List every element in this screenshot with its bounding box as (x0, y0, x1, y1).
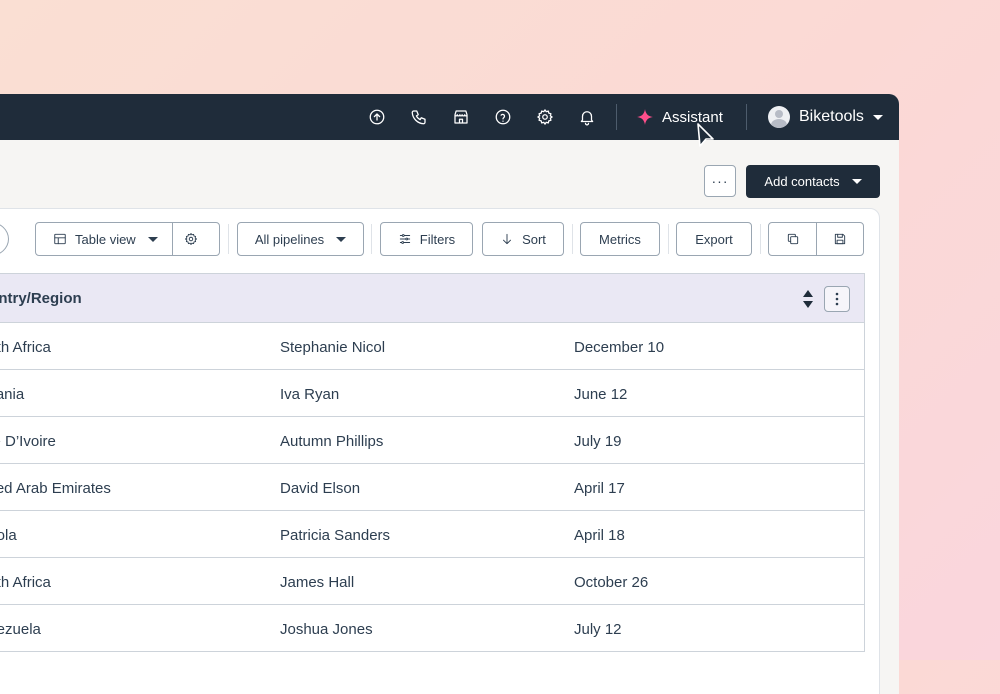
cell-contact-owner: James Hall (280, 574, 355, 591)
more-actions-button[interactable]: ··· (704, 165, 736, 197)
table-row[interactable]: outh Africa James Hall October 26 (0, 558, 865, 605)
cell-date: July 12 (574, 621, 622, 638)
column-header-country-region[interactable]: ountry/Region (0, 290, 82, 307)
table-row[interactable]: enezuela Joshua Jones July 12 (0, 605, 865, 652)
cell-country-region: nited Arab Emirates (0, 480, 111, 497)
table-row[interactable]: outh Africa Stephanie Nicol December 10 (0, 323, 865, 370)
mouse-cursor-icon (697, 123, 714, 147)
cell-contact-owner: Iva Ryan (280, 386, 340, 403)
cell-date: July 19 (574, 433, 622, 450)
cell-country-region: outh Africa (0, 574, 51, 591)
sparkle-icon (637, 109, 653, 125)
metrics-label: Metrics (599, 231, 641, 247)
split-divider (172, 223, 173, 255)
toolbar-divider (228, 224, 229, 254)
view-actions-group (768, 222, 864, 256)
table-body: outh Africa Stephanie Nicol December 10 nza… (0, 323, 865, 652)
table-view-label: Table view (75, 231, 136, 247)
table-row[interactable]: nited Arab Emirates David Elson April 17 (0, 464, 865, 511)
cell-date: April 18 (574, 527, 625, 544)
vertical-dots-icon (835, 292, 839, 306)
toolbar-divider (760, 224, 761, 254)
add-contacts-label: Add contacts (764, 174, 840, 189)
all-pipelines-label: All pipelines (254, 231, 325, 247)
top-navigation: Assistant Biketools (0, 94, 899, 147)
cell-country-region: outh Africa (0, 339, 51, 356)
add-contacts-button[interactable]: Add contacts (746, 165, 880, 198)
cell-date: June 12 (574, 386, 628, 403)
table-row[interactable]: ngola Patricia Sanders April 18 (0, 511, 865, 558)
cell-contact-owner: David Elson (280, 480, 361, 497)
save-icon (834, 233, 846, 245)
cell-contact-owner: Autumn Phillips (280, 433, 384, 450)
cell-contact-owner: Joshua Jones (280, 621, 373, 638)
cell-date: April 17 (574, 480, 625, 497)
toolbar-divider (668, 224, 669, 254)
table-settings-button[interactable] (184, 232, 198, 246)
table-header: ountry/Region (0, 273, 865, 323)
cell-country-region: ngola (0, 527, 17, 544)
cell-country-region: enezuela (0, 621, 41, 638)
chevron-down-icon (336, 236, 347, 242)
filter-sliders-icon (399, 234, 410, 244)
account-name: Biketools (799, 108, 864, 125)
table-row[interactable]: ote D’Ivoire Autumn Phillips July 19 (0, 417, 865, 464)
split-divider (816, 223, 817, 255)
column-options-button[interactable] (824, 286, 850, 312)
account-menu[interactable]: Biketools (768, 104, 883, 130)
cell-contact-owner: Patricia Sanders (280, 527, 391, 544)
avatar (768, 106, 790, 128)
save-view-button[interactable] (833, 232, 847, 246)
table-row[interactable]: nzania Iva Ryan June 12 (0, 370, 865, 417)
chevron-down-icon (851, 179, 862, 184)
app-window: Assistant Biketools ··· Add contacts Tab… (0, 94, 899, 694)
marketplace-icon[interactable] (450, 106, 472, 128)
help-icon[interactable] (492, 106, 514, 128)
chevron-down-icon (872, 114, 883, 120)
cell-contact-owner: Stephanie Nicol (280, 339, 386, 356)
all-pipelines-dropdown[interactable]: All pipelines (237, 222, 364, 256)
cell-country-region: ote D’Ivoire (0, 433, 56, 450)
duplicate-view-button[interactable] (786, 232, 800, 246)
cell-country-region: nzania (0, 386, 25, 403)
gear-icon (184, 232, 198, 246)
sort-button[interactable]: Sort (482, 222, 564, 256)
export-label: Export (695, 231, 733, 247)
table-icon (54, 233, 66, 245)
cell-date: October 26 (574, 574, 649, 591)
nav-divider (616, 104, 617, 130)
copy-icon (787, 233, 799, 245)
upgrade-icon[interactable] (366, 106, 388, 128)
gear-icon[interactable] (534, 106, 556, 128)
export-button[interactable]: Export (676, 222, 752, 256)
chevron-down-icon (147, 236, 158, 242)
sort-arrows-icon[interactable] (802, 289, 814, 309)
filters-button[interactable]: Filters (380, 222, 473, 256)
toolbar-divider (371, 224, 372, 254)
arrow-down-icon (503, 233, 512, 245)
bell-icon[interactable] (576, 106, 598, 128)
sort-label: Sort (522, 231, 546, 247)
table-view-dropdown[interactable]: Table view (35, 222, 220, 256)
phone-icon[interactable] (408, 106, 430, 128)
metrics-button[interactable]: Metrics (580, 222, 660, 256)
filters-label: Filters (419, 231, 456, 247)
toolbar-divider (572, 224, 573, 254)
nav-divider (746, 104, 747, 130)
cell-date: December 10 (574, 339, 665, 356)
contacts-table: ountry/Region outh Africa Stephanie Nicol… (0, 273, 865, 652)
